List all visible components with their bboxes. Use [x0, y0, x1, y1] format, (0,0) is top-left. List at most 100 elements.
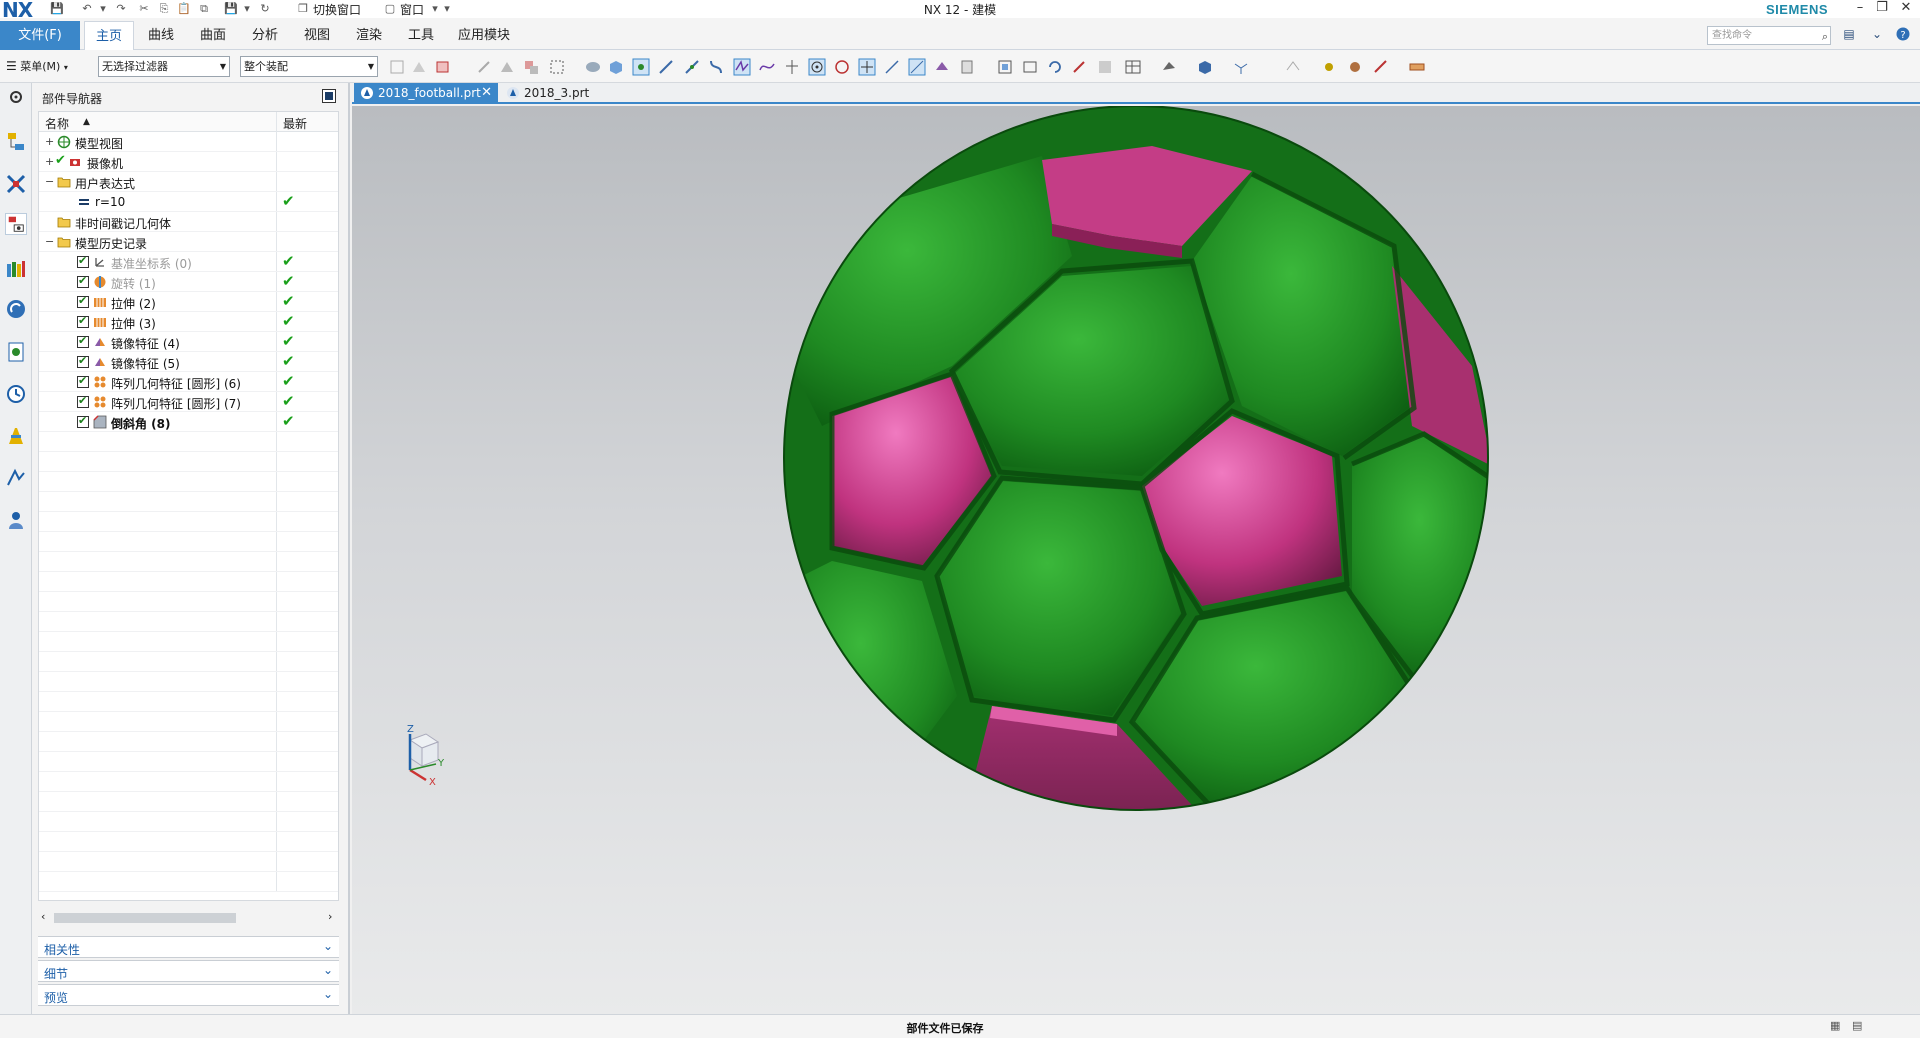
feature-visibility-checkbox[interactable] — [77, 334, 89, 348]
repeat-command-icon[interactable]: ↻ — [258, 2, 272, 16]
tree-row-revolve[interactable]: 旋转 (1) ✔ — [39, 272, 338, 292]
tab-view[interactable]: 视图 — [296, 21, 338, 50]
constraint-navigator-icon[interactable] — [5, 173, 27, 195]
minimize-button[interactable]: – — [1848, 0, 1872, 18]
help-icon[interactable]: ? — [1894, 27, 1912, 43]
tree-row-mirror-4[interactable]: 镜像特征 (4) ✔ — [39, 332, 338, 352]
menu-button[interactable]: ☰ 菜单(M) ▾ — [6, 57, 68, 75]
general-selection-icon[interactable] — [388, 58, 406, 76]
tab-surface[interactable]: 曲面 — [192, 21, 234, 50]
measure-icon[interactable] — [1372, 58, 1390, 76]
copy-display-icon[interactable]: ⧉ — [197, 2, 211, 16]
tab-render[interactable]: 渲染 — [348, 21, 390, 50]
tree-row-model-history[interactable]: − 模型历史记录 — [39, 232, 338, 252]
tab-applications[interactable]: 应用模块 — [452, 21, 516, 50]
football-model[interactable] — [352, 106, 1920, 1014]
column-header-name[interactable]: 名称 — [45, 115, 69, 132]
web-browser-icon[interactable] — [5, 341, 27, 363]
render-style-icon[interactable] — [1232, 58, 1250, 76]
paste-icon[interactable]: 📋 — [177, 2, 191, 16]
shaded-view-icon[interactable] — [584, 58, 602, 76]
feature-visibility-checkbox[interactable] — [77, 394, 89, 408]
existing-point-icon[interactable] — [858, 58, 876, 76]
fit-view-icon[interactable] — [996, 58, 1014, 76]
rectangle-select-icon[interactable] — [548, 58, 566, 76]
feature-visibility-checkbox[interactable] — [77, 354, 89, 368]
scrollbar-thumb[interactable] — [54, 913, 236, 923]
collapse-icon[interactable]: − — [45, 235, 54, 248]
part-navigator-icon[interactable] — [5, 213, 27, 235]
tree-row-extrude-3[interactable]: 拉伸 (3) ✔ — [39, 312, 338, 332]
background-icon[interactable] — [1196, 58, 1214, 76]
tree-row-mirror-5[interactable]: 镜像特征 (5) ✔ — [39, 352, 338, 372]
tab-curve[interactable]: 曲线 — [140, 21, 182, 50]
snap-point-icon[interactable] — [632, 58, 650, 76]
select-bodies-icon[interactable] — [498, 58, 516, 76]
rotate-view-icon[interactable] — [1046, 58, 1064, 76]
point-on-surface-icon[interactable] — [908, 58, 926, 76]
hd3d-tools-icon[interactable] — [5, 298, 27, 320]
graphics-window[interactable]: Z X Y — [352, 106, 1920, 1014]
feature-visibility-checkbox[interactable] — [77, 374, 89, 388]
undo-dropdown-icon[interactable]: ▾ — [96, 2, 110, 16]
redo-icon[interactable]: ↷ — [114, 2, 128, 16]
window-menu-button[interactable]: 窗口 — [400, 1, 424, 18]
ruler-icon[interactable] — [1408, 58, 1426, 76]
scroll-right-icon[interactable]: › — [328, 910, 332, 923]
resource-bar-settings-icon[interactable] — [5, 86, 27, 108]
section-preview[interactable]: 预览 ⌄ — [38, 984, 339, 1006]
close-button[interactable]: ✕ — [1894, 0, 1918, 18]
dataum-selection-icon[interactable] — [475, 58, 493, 76]
close-tab-icon[interactable]: ✕ — [481, 83, 492, 103]
curve-point-icon[interactable] — [758, 58, 776, 76]
maximize-panel-icon[interactable] — [322, 89, 336, 103]
type-filter-select[interactable]: 无选择过滤器 ▼ — [98, 56, 230, 77]
assembly-scope-select[interactable]: 整个装配 ▼ — [240, 56, 378, 77]
feature-visibility-checkbox[interactable] — [77, 294, 89, 308]
status-icon-info[interactable]: ▤ — [1852, 1019, 1862, 1032]
arc-center-icon[interactable] — [808, 58, 826, 76]
tab-analysis[interactable]: 分析 — [244, 21, 286, 50]
orient-view-icon[interactable] — [1096, 58, 1114, 76]
end-point-icon[interactable] — [657, 58, 675, 76]
tree-row-extrude-2[interactable]: 拉伸 (2) ✔ — [39, 292, 338, 312]
tree-row-cameras[interactable]: + ✔ 摄像机 — [39, 152, 338, 172]
save-icon[interactable]: 💾 — [50, 2, 64, 16]
expand-icon[interactable]: + — [45, 135, 54, 148]
tree-row-user-expressions[interactable]: − 用户表达式 — [39, 172, 338, 192]
tree-row-datum-csys[interactable]: 基准坐标系 (0) ✔ — [39, 252, 338, 272]
feature-visibility-checkbox[interactable] — [77, 314, 89, 328]
column-header-latest[interactable]: 最新 — [283, 115, 307, 132]
file-tab[interactable]: 文件(F) — [0, 21, 80, 50]
search-icon[interactable]: ⌕ — [1822, 28, 1828, 45]
tree-row-pattern-6[interactable]: 阵列几何特征 [圆形] (6) ✔ — [39, 372, 338, 392]
command-search-input[interactable]: 查找命令 ⌕ — [1707, 26, 1831, 45]
section-details[interactable]: 细节 ⌄ — [38, 960, 339, 982]
reuse-library-icon[interactable] — [5, 258, 27, 280]
quadrant-point-icon[interactable] — [783, 58, 801, 76]
intersection-point-icon[interactable] — [733, 58, 751, 76]
undo-icon[interactable]: ↶ — [80, 2, 94, 16]
point-on-curve-icon[interactable] — [883, 58, 901, 76]
assembly-navigator-icon[interactable] — [5, 131, 27, 153]
show-hide-icon[interactable] — [1284, 58, 1302, 76]
tab-document-football[interactable]: 2018_football.prt ✕ — [354, 83, 498, 104]
sort-ascending-icon[interactable]: ▲ — [83, 117, 90, 127]
tree-row-non-timestamp-geometry[interactable]: 非时间戳记几何体 — [39, 212, 338, 232]
roles-icon[interactable] — [5, 509, 27, 531]
zoom-icon[interactable] — [1021, 58, 1039, 76]
window-icon[interactable]: ▢ — [383, 2, 397, 16]
horizontal-scrollbar[interactable]: ‹ › — [38, 909, 339, 926]
tab-home[interactable]: 主页 — [84, 21, 134, 50]
section-dependencies[interactable]: 相关性 ⌄ — [38, 936, 339, 958]
mid-point-icon[interactable] — [683, 58, 701, 76]
grid-point-icon[interactable] — [958, 58, 976, 76]
tree-row-pattern-7[interactable]: 阵列几何特征 [圆形] (7) ✔ — [39, 392, 338, 412]
collapse-ribbon-icon[interactable]: ⌄ — [1868, 27, 1886, 43]
work-layer-icon[interactable] — [1346, 58, 1364, 76]
feature-visibility-checkbox[interactable] — [77, 254, 89, 268]
select-faces-icon[interactable] — [434, 58, 452, 76]
ribbon-options-icon[interactable]: ▤ — [1840, 27, 1858, 43]
circle-point-icon[interactable] — [833, 58, 851, 76]
feature-selection-icon[interactable] — [410, 58, 428, 76]
